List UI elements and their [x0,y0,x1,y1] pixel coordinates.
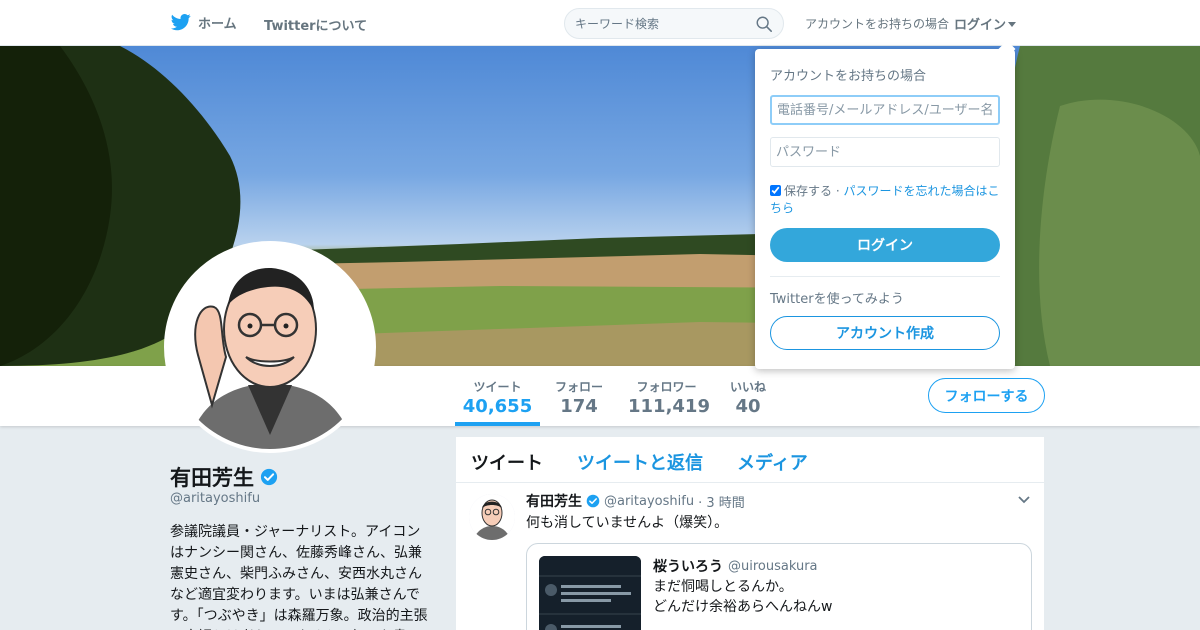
follow-button[interactable]: フォローする [928,378,1045,413]
have-account-text: アカウントをお持ちの場合 [805,17,950,31]
quoted-tweet[interactable]: 桜ういろう @uirousakura まだ恫喝しとるんか。 どんだけ余裕あらへん… [526,543,1032,630]
nav-home-link[interactable]: ホーム [170,12,237,32]
stat-likes-value: 40 [735,396,761,417]
remember-me-checkbox[interactable] [770,185,781,196]
quoted-author-handle: @uirousakura [728,558,818,574]
stat-likes[interactable]: いいね 40 [722,378,774,417]
stat-likes-label: いいね [729,380,766,394]
stat-followers-label: フォロワー [636,380,697,394]
login-dropdown-panel: アカウントをお持ちの場合 保存する · パスワードを忘れた場合はこちら ログイン… [755,40,1016,369]
tweet-item[interactable]: 有田芳生 @aritayoshifu · 3 時間 何も消していませんよ（爆笑）… [456,484,1044,630]
chevron-down-icon[interactable] [1018,496,1030,504]
quoted-tweet-image [539,556,641,630]
search-input[interactable] [575,15,745,33]
stat-tweets-value: 40,655 [462,396,533,417]
tweet-timestamp[interactable]: · 3 時間 [698,492,745,511]
stat-following[interactable]: フォロー 174 [546,378,612,417]
tab-tweets-and-replies[interactable]: ツイートと返信 [577,449,703,475]
top-navigation: ホーム Twitterについて アカウントをお持ちの場合 ログイン [0,0,1200,46]
remember-me-row: 保存する · パスワードを忘れた場合はこちら [770,183,1000,217]
timeline: ツイート ツイートと返信 メディア 有田芳生 @aritayoshifu · 3… [456,437,1044,630]
verified-badge-icon [586,494,600,508]
remember-me-label[interactable]: 保存する [784,184,832,198]
divider [770,276,1000,277]
login-dropdown-label: ログイン [954,18,1007,33]
tab-media[interactable]: メディア [737,449,808,475]
verified-badge-icon [260,468,278,486]
separator-dot: · [835,184,840,198]
profile-name-text: 有田芳生 [170,466,254,490]
tweet-author-handle[interactable]: @aritayoshifu [604,494,694,509]
nav-about-link[interactable]: Twitterについて [264,15,367,34]
stat-followers-value: 111,419 [628,396,710,417]
try-twitter-text: Twitterを使ってみよう [770,292,904,307]
stat-tweets-label: ツイート [473,380,522,394]
quoted-author-name: 桜ういろう [653,559,723,575]
quoted-tweet-text: まだ恫喝しとるんか。 どんだけ余裕あらへんねんw [653,579,833,615]
tweet-header: 有田芳生 @aritayoshifu · 3 時間 [526,491,745,511]
stat-tweets[interactable]: ツイート 40,655 [455,378,540,426]
stat-following-label: フォロー [554,380,603,394]
stat-followers[interactable]: フォロワー 111,419 [628,378,710,417]
stat-following-value: 174 [560,396,598,417]
password-field[interactable] [770,137,1000,167]
caret-down-icon [1008,22,1017,27]
search-icon[interactable] [755,15,773,33]
profile-bio: 参議院議員・ジャーナリスト。アイコンはナンシー関さん、佐藤秀峰さん、弘兼憲史さん… [170,524,428,630]
login-panel-title: アカウントをお持ちの場合 [770,69,927,84]
login-button[interactable]: ログイン [770,228,1000,262]
profile-avatar[interactable] [164,241,376,453]
create-account-button[interactable]: アカウント作成 [770,316,1000,350]
timeline-tabs: ツイート ツイートと返信 メディア [456,437,1044,483]
twitter-bird-icon [170,14,191,31]
profile-name: 有田芳生 [170,462,278,492]
quoted-tweet-header: 桜ういろう @uirousakura [653,556,818,576]
tweet-author-name[interactable]: 有田芳生 [526,491,582,511]
search-box [564,8,784,39]
profile-handle: @aritayoshifu [170,491,261,506]
login-dropdown-toggle[interactable]: ログイン [954,14,1017,33]
tab-tweets[interactable]: ツイート [471,449,543,475]
nav-home-label: ホーム [198,16,237,32]
username-field[interactable] [770,95,1000,125]
tweet-avatar[interactable] [469,494,515,540]
tweet-text: 何も消していませんよ（爆笑）。 [526,515,729,531]
